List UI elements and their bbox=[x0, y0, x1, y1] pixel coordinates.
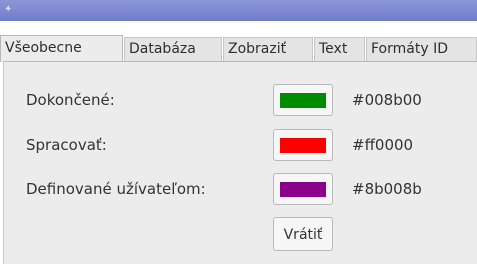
tab-bar: Všeobecne Databáza Zobraziť Text Formáty… bbox=[0, 21, 477, 62]
to-process-color-value: #ff0000 bbox=[352, 136, 414, 154]
completed-color-value: #008b00 bbox=[352, 91, 422, 109]
user-defined-color-value: #8b008b bbox=[352, 180, 422, 198]
app-icon: ✦ bbox=[4, 4, 13, 15]
to-process-label: Spracovať: bbox=[26, 136, 107, 154]
tab-text[interactable]: Text bbox=[314, 37, 365, 61]
tab-view[interactable]: Zobraziť bbox=[223, 37, 313, 61]
preferences-window: ✦ Všeobecne Databáza Zobraziť Text Formá… bbox=[0, 0, 477, 264]
completed-color-button[interactable] bbox=[273, 84, 333, 116]
user-defined-color-swatch bbox=[280, 182, 326, 197]
tab-id-formats[interactable]: Formáty ID bbox=[366, 37, 477, 61]
tab-general[interactable]: Všeobecne bbox=[0, 35, 123, 62]
completed-label: Dokončené: bbox=[26, 91, 115, 109]
user-defined-label: Definované užívateľom: bbox=[26, 180, 206, 198]
title-bar[interactable]: ✦ bbox=[0, 0, 477, 21]
to-process-color-button[interactable] bbox=[273, 129, 333, 161]
revert-button[interactable]: Vrátiť bbox=[273, 217, 333, 251]
tab-database[interactable]: Databáza bbox=[124, 37, 222, 61]
completed-color-swatch bbox=[280, 93, 326, 108]
to-process-color-swatch bbox=[280, 138, 326, 153]
user-defined-color-button[interactable] bbox=[273, 173, 333, 205]
